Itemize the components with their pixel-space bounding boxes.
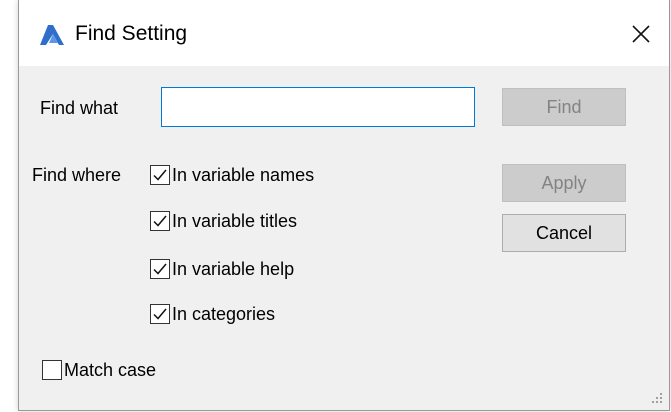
checkbox-box[interactable] bbox=[42, 360, 62, 380]
checkbox-in-variable-help[interactable]: In variable help bbox=[150, 256, 294, 282]
checkbox-box[interactable] bbox=[150, 259, 170, 279]
close-icon bbox=[632, 25, 650, 43]
apply-button[interactable]: Apply bbox=[502, 164, 626, 202]
checkbox-box[interactable] bbox=[150, 165, 170, 185]
checkbox-box[interactable] bbox=[150, 304, 170, 324]
checkbox-in-variable-titles[interactable]: In variable titles bbox=[150, 208, 297, 234]
checkbox-label: In variable titles bbox=[172, 211, 298, 231]
resize-grip-icon[interactable] bbox=[651, 392, 663, 404]
find-what-input[interactable] bbox=[161, 87, 475, 127]
checkbox-label: In variable help bbox=[172, 259, 295, 279]
checkbox-label: In categories bbox=[172, 304, 276, 324]
checkmark-icon bbox=[153, 308, 167, 320]
checkmark-icon bbox=[153, 263, 167, 275]
cancel-button[interactable]: Cancel bbox=[502, 214, 626, 252]
close-button[interactable] bbox=[619, 12, 663, 56]
checkbox-label: Match case bbox=[64, 360, 157, 380]
checkmark-icon bbox=[153, 215, 167, 227]
find-button[interactable]: Find bbox=[502, 88, 626, 126]
checkbox-in-variable-names[interactable]: In variable names bbox=[150, 162, 314, 188]
checkbox-box[interactable] bbox=[150, 211, 170, 231]
find-what-label: Find what bbox=[40, 98, 119, 118]
checkbox-match-case[interactable]: Match case bbox=[42, 357, 156, 383]
checkbox-in-categories[interactable]: In categories bbox=[150, 301, 275, 327]
checkbox-label: In variable names bbox=[172, 165, 315, 185]
checkmark-icon bbox=[153, 169, 167, 181]
title-bar[interactable]: Find Setting bbox=[19, 0, 669, 66]
bricscad-logo-icon bbox=[40, 25, 64, 45]
dialog-title: Find Setting bbox=[75, 22, 188, 45]
find-where-label: Find where bbox=[32, 165, 122, 185]
find-setting-dialog: Find Setting Find what Find Find where I… bbox=[18, 0, 670, 411]
